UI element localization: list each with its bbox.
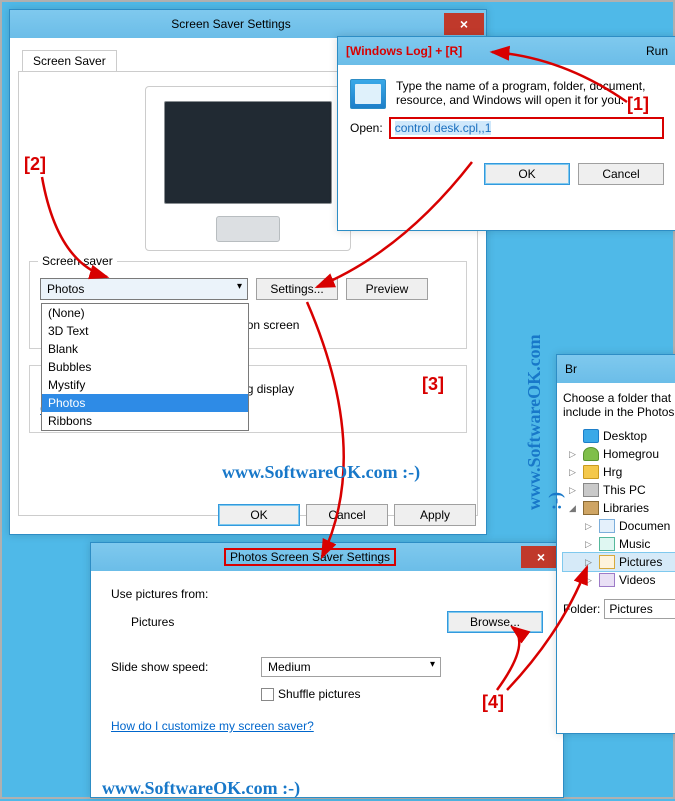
videos-icon bbox=[599, 573, 615, 587]
run-cancel-button[interactable]: Cancel bbox=[578, 163, 664, 185]
option-photos[interactable]: Photos bbox=[42, 394, 248, 412]
tree-libraries[interactable]: ◢Libraries bbox=[563, 499, 675, 517]
open-label: Open: bbox=[350, 121, 383, 135]
run-title: Run bbox=[462, 44, 674, 58]
sss-apply-button[interactable]: Apply bbox=[394, 504, 476, 526]
tree-this-pc[interactable]: ▷This PC bbox=[563, 481, 675, 499]
music-icon bbox=[599, 537, 615, 551]
option-ribbons[interactable]: Ribbons bbox=[42, 412, 248, 430]
run-icon bbox=[350, 79, 386, 109]
sss-titlebar[interactable]: Screen Saver Settings × bbox=[10, 10, 486, 38]
legend-screen-saver: Screen saver bbox=[38, 254, 117, 268]
run-open-row: Open: control desk.cpl,,1 bbox=[346, 111, 668, 145]
tree-documents[interactable]: ▷Documen bbox=[563, 517, 675, 535]
desktop-icon bbox=[583, 429, 599, 443]
sss-title: Screen Saver Settings bbox=[18, 17, 444, 31]
slide-speed-label: Slide show speed: bbox=[111, 660, 261, 674]
preview-button[interactable]: Preview bbox=[346, 278, 428, 300]
option-bubbles[interactable]: Bubbles bbox=[42, 358, 248, 376]
folder-input[interactable]: Pictures bbox=[604, 599, 675, 619]
pictures-row: Pictures Browse... bbox=[111, 611, 543, 633]
browse-titlebar[interactable]: Br bbox=[557, 355, 675, 383]
documents-icon bbox=[599, 519, 615, 533]
monitor-screen bbox=[164, 101, 332, 204]
option-blank[interactable]: Blank bbox=[42, 340, 248, 358]
sss-close-button[interactable]: × bbox=[444, 13, 484, 35]
monitor-preview bbox=[145, 86, 351, 251]
tree-videos[interactable]: ▷Videos bbox=[563, 571, 675, 589]
browse-title: Br bbox=[565, 362, 577, 376]
run-message-row: Type the name of a program, folder, docu… bbox=[346, 73, 668, 111]
use-pictures-label: Use pictures from: bbox=[111, 587, 543, 601]
sss-ok-button[interactable]: OK bbox=[218, 504, 300, 526]
run-message: Type the name of a program, folder, docu… bbox=[396, 79, 664, 109]
psss-title: Photos Screen Saver Settings bbox=[224, 548, 396, 566]
tree-homegroup[interactable]: ▷Homegrou bbox=[563, 445, 675, 463]
sss-buttons: OK Cancel Apply bbox=[218, 504, 476, 526]
tree-pictures[interactable]: ▷Pictures bbox=[563, 553, 675, 571]
slide-speed-select[interactable]: Medium bbox=[261, 657, 441, 677]
psss-close-button[interactable]: × bbox=[521, 546, 561, 568]
tree-hrg[interactable]: ▷Hrg bbox=[563, 463, 675, 481]
run-titlebar[interactable]: [Windows Log] + [R] Run bbox=[338, 37, 675, 65]
homegroup-icon bbox=[583, 447, 599, 461]
run-body: Type the name of a program, folder, docu… bbox=[338, 65, 675, 230]
pc-icon bbox=[583, 483, 599, 497]
run-buttons: OK Cancel bbox=[346, 145, 668, 185]
shuffle-checkbox[interactable]: Shuffle pictures bbox=[261, 687, 361, 701]
folder-row: Folder: Pictures bbox=[563, 599, 675, 619]
option-none[interactable]: (None) bbox=[42, 304, 248, 322]
run-annotation-title: [Windows Log] + [R] bbox=[346, 44, 462, 58]
screen-saver-dropdown-list[interactable]: (None) 3D Text Blank Bubbles Mystify Pho… bbox=[41, 303, 249, 431]
folder-label: Folder: bbox=[563, 602, 600, 616]
photos-screen-saver-settings-window[interactable]: Photos Screen Saver Settings × Use pictu… bbox=[90, 542, 564, 798]
option-3d-text[interactable]: 3D Text bbox=[42, 322, 248, 340]
pictures-label: Pictures bbox=[111, 615, 261, 629]
slide-speed-value: Medium bbox=[268, 660, 311, 674]
pictures-icon bbox=[599, 555, 615, 569]
folder-value: Pictures bbox=[609, 602, 652, 616]
tree-music[interactable]: ▷Music bbox=[563, 535, 675, 553]
fieldset-screen-saver: Screen saver Photos (None) 3D Text Blank… bbox=[29, 261, 467, 349]
browse-message: Choose a folder that include in the Phot… bbox=[563, 391, 675, 419]
run-ok-button[interactable]: OK bbox=[484, 163, 570, 185]
monitor-base bbox=[216, 216, 280, 242]
tree-desktop[interactable]: Desktop bbox=[563, 427, 675, 445]
screen-saver-selected: Photos bbox=[47, 282, 84, 296]
checkbox-icon bbox=[261, 688, 274, 701]
browse-button[interactable]: Browse... bbox=[447, 611, 543, 633]
open-input[interactable]: control desk.cpl,,1 bbox=[389, 117, 664, 139]
settings-button[interactable]: Settings... bbox=[256, 278, 338, 300]
libraries-icon bbox=[583, 501, 599, 515]
psss-title-wrap: Photos Screen Saver Settings bbox=[99, 548, 521, 566]
browse-body: Choose a folder that include in the Phot… bbox=[557, 383, 675, 733]
psss-titlebar[interactable]: Photos Screen Saver Settings × bbox=[91, 543, 563, 571]
shuffle-row: Shuffle pictures bbox=[111, 687, 543, 701]
browse-folder-window[interactable]: Br Choose a folder that include in the P… bbox=[556, 354, 675, 734]
sss-cancel-button[interactable]: Cancel bbox=[306, 504, 388, 526]
run-dialog-window[interactable]: [Windows Log] + [R] Run Type the name of… bbox=[337, 36, 675, 231]
option-mystify[interactable]: Mystify bbox=[42, 376, 248, 394]
shuffle-label: Shuffle pictures bbox=[278, 687, 361, 701]
folder-icon bbox=[583, 465, 599, 479]
open-input-value: control desk.cpl,,1 bbox=[395, 121, 492, 135]
speed-row: Slide show speed: Medium bbox=[111, 657, 543, 677]
screen-saver-select[interactable]: Photos (None) 3D Text Blank Bubbles Myst… bbox=[40, 278, 248, 300]
tab-screen-saver[interactable]: Screen Saver bbox=[22, 50, 117, 71]
customize-help-link[interactable]: How do I customize my screen saver? bbox=[111, 719, 314, 733]
psss-body: Use pictures from: Pictures Browse... Sl… bbox=[91, 571, 563, 797]
